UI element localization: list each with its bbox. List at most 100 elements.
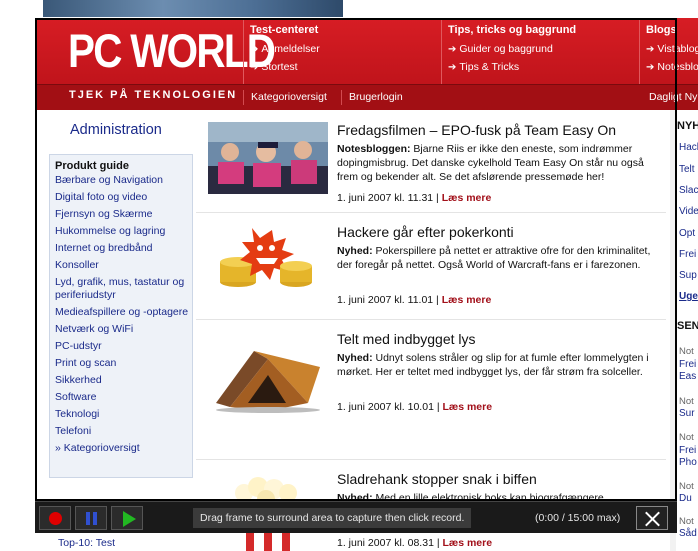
read-more-link[interactable]: Læs mere (442, 294, 492, 306)
guide-item[interactable]: Medieafspillere og -optagere (55, 306, 192, 319)
site-header: PC WORLD Test-centeret ➔ Anmeldelser ➔ Sto… (36, 18, 698, 84)
article-title[interactable]: Sladrehank stopper snak i biffen (337, 471, 537, 487)
latest-link[interactable]: Frei (679, 359, 696, 370)
read-more-link[interactable]: Læs mere (442, 401, 492, 413)
news-link[interactable]: Uge (679, 291, 698, 302)
latest-link[interactable]: Sur (679, 408, 695, 419)
pause-icon (86, 512, 90, 525)
article-title[interactable]: Fredagsfilmen – EPO-fusk på Team Easy On (337, 122, 616, 138)
guide-item[interactable]: Internet og bredbånd (55, 242, 192, 255)
arrow-right-icon: ➔ (250, 44, 259, 55)
guide-item[interactable]: Bærbare og Navigation (55, 174, 192, 187)
administration-link[interactable]: Administration (70, 122, 162, 138)
latest-label: Not (679, 481, 694, 492)
article-summary: Nyhed: Udnyt solens stråler og slip for … (337, 352, 649, 378)
recorder-timer: (0:00 / 15:00 max) (535, 512, 621, 524)
latest-link[interactable]: Du (679, 493, 692, 504)
article-summary: Notesbloggen: Bjarne Riis er ikke den en… (337, 143, 644, 183)
nav-link-guider[interactable]: ➔ Guider og baggrund (448, 40, 639, 58)
arrow-right-icon: ➔ (646, 44, 655, 55)
latest-label: Not (679, 516, 694, 527)
header-subbar: TJEK PÅ TEKNOLOGIEN Kategorioversigt Bru… (36, 84, 698, 110)
background-photo-strip (43, 0, 343, 17)
nav-tips: Tips, tricks og baggrund ➔ Guider og bagg… (441, 18, 639, 84)
arrow-right-icon: ➔ (448, 62, 457, 73)
link-brugerlogin[interactable]: Brugerlogin (349, 91, 403, 103)
nav-heading[interactable]: Test-centeret (250, 24, 441, 40)
tent-thumbnail[interactable] (208, 331, 328, 423)
tagline: TJEK PÅ TEKNOLOGIEN (69, 89, 238, 101)
divider (341, 90, 342, 105)
latest-label: Not (679, 432, 694, 443)
arrow-right-icon: ➔ (646, 62, 655, 73)
news-link[interactable]: Telt (679, 164, 695, 175)
news-link[interactable]: Frei (679, 249, 696, 260)
arrow-right-icon: ➔ (448, 44, 457, 55)
news-link[interactable]: Opt (679, 228, 695, 239)
article-item: Telt med indbygget lys Nyhed: Udnyt sole… (208, 331, 664, 435)
record-button[interactable] (39, 506, 71, 530)
nav-link-stortest[interactable]: ➔ Stortest (250, 58, 441, 76)
right-column: NYH Hack Telt Slac Vide Opt Frei Sup Uge… (677, 18, 698, 551)
article-title[interactable]: Hackere går efter pokerkonti (337, 224, 514, 240)
top10-link[interactable]: Top-10: Test (58, 537, 115, 549)
nav-heading[interactable]: Tips, tricks og baggrund (448, 24, 639, 40)
latest-link[interactable]: Såd (679, 528, 697, 539)
nav-link-anmeldelser[interactable]: ➔ Anmeldelser (250, 40, 441, 58)
news-link[interactable]: Vide (679, 206, 698, 217)
recorder-hint: Drag frame to surround area to capture t… (193, 508, 472, 528)
article-meta: 1. juni 2007 kl. 10.01 | Læs mere (337, 401, 493, 413)
news-link[interactable]: Slac (679, 185, 698, 196)
link-kategorioversigt[interactable]: Kategorioversigt (251, 91, 327, 103)
pcworld-page: PC WORLD Test-centeret ➔ Anmeldelser ➔ Sto… (36, 18, 698, 551)
hacker-coins-thumbnail[interactable] (208, 224, 328, 296)
news-heading: NYH (677, 120, 698, 132)
product-guide-title: Produkt guide (55, 160, 129, 172)
guide-item[interactable]: Fjernsyn og Skærme (55, 208, 192, 221)
divider (243, 90, 244, 105)
article-meta: 1. juni 2007 kl. 11.31 | Læs mere (337, 192, 492, 204)
play-icon (123, 511, 136, 527)
read-more-link[interactable]: Læs mere (442, 192, 492, 204)
right-column-gutter (670, 110, 676, 551)
news-link[interactable]: Sup (679, 270, 697, 281)
arrow-right-icon: ➔ (250, 62, 259, 73)
play-button[interactable] (111, 506, 143, 530)
product-guide-box: Produkt guide Bærbare og Navigation Digi… (49, 154, 193, 478)
latest-label: Not (679, 396, 694, 407)
guide-item[interactable]: Hukommelse og lagring (55, 225, 192, 238)
close-button[interactable] (636, 506, 668, 530)
guide-item[interactable]: Lyd, grafik, mus, tastatur og periferiud… (55, 276, 192, 302)
article-item: Hackere går efter pokerkonti Nyhed: Poke… (208, 224, 664, 316)
article-item: Fredagsfilmen – EPO-fusk på Team Easy On… (208, 122, 664, 212)
news-link[interactable]: Hack (679, 142, 698, 153)
latest-heading: SEN (677, 320, 698, 332)
nav-link-tips-tricks[interactable]: ➔ Tips & Tricks (448, 58, 639, 76)
guide-item[interactable]: Sikkerhed (55, 374, 192, 387)
recorder-toolbar: Drag frame to surround area to capture t… (35, 501, 677, 533)
latest-link[interactable]: Frei (679, 445, 696, 456)
latest-link[interactable]: Pho (679, 457, 697, 468)
guide-item[interactable]: Teknologi (55, 408, 192, 421)
guide-item[interactable]: Print og scan (55, 357, 192, 370)
cyclists-thumbnail[interactable] (208, 122, 328, 194)
article-title[interactable]: Telt med indbygget lys (337, 331, 476, 347)
read-more-link[interactable]: Læs mere (442, 537, 492, 549)
divider (196, 212, 666, 213)
guide-item[interactable]: PC-udstyr (55, 340, 192, 353)
guide-item[interactable]: Telefoni (55, 425, 192, 438)
guide-item[interactable]: Netværk og WiFi (55, 323, 192, 336)
guide-item-kategorioversigt[interactable]: » Kategorioversigt (55, 442, 192, 455)
pause-button[interactable] (75, 506, 107, 530)
article-meta: 1. juni 2007 kl. 11.01 | Læs mere (337, 294, 492, 306)
divider (196, 319, 666, 320)
guide-item[interactable]: Software (55, 391, 192, 404)
article-meta: 1. juni 2007 kl. 08.31 | Læs mere (337, 537, 493, 549)
article-summary: Nyhed: Pokerspillere på nettet er attrak… (337, 245, 651, 271)
nav-test-centeret: Test-centeret ➔ Anmeldelser ➔ Stortest (243, 18, 441, 84)
latest-label: Not (679, 346, 694, 357)
latest-link[interactable]: Eas (679, 371, 696, 382)
guide-item[interactable]: Konsoller (55, 259, 192, 272)
guide-item[interactable]: Digital foto og video (55, 191, 192, 204)
record-icon (49, 512, 62, 525)
